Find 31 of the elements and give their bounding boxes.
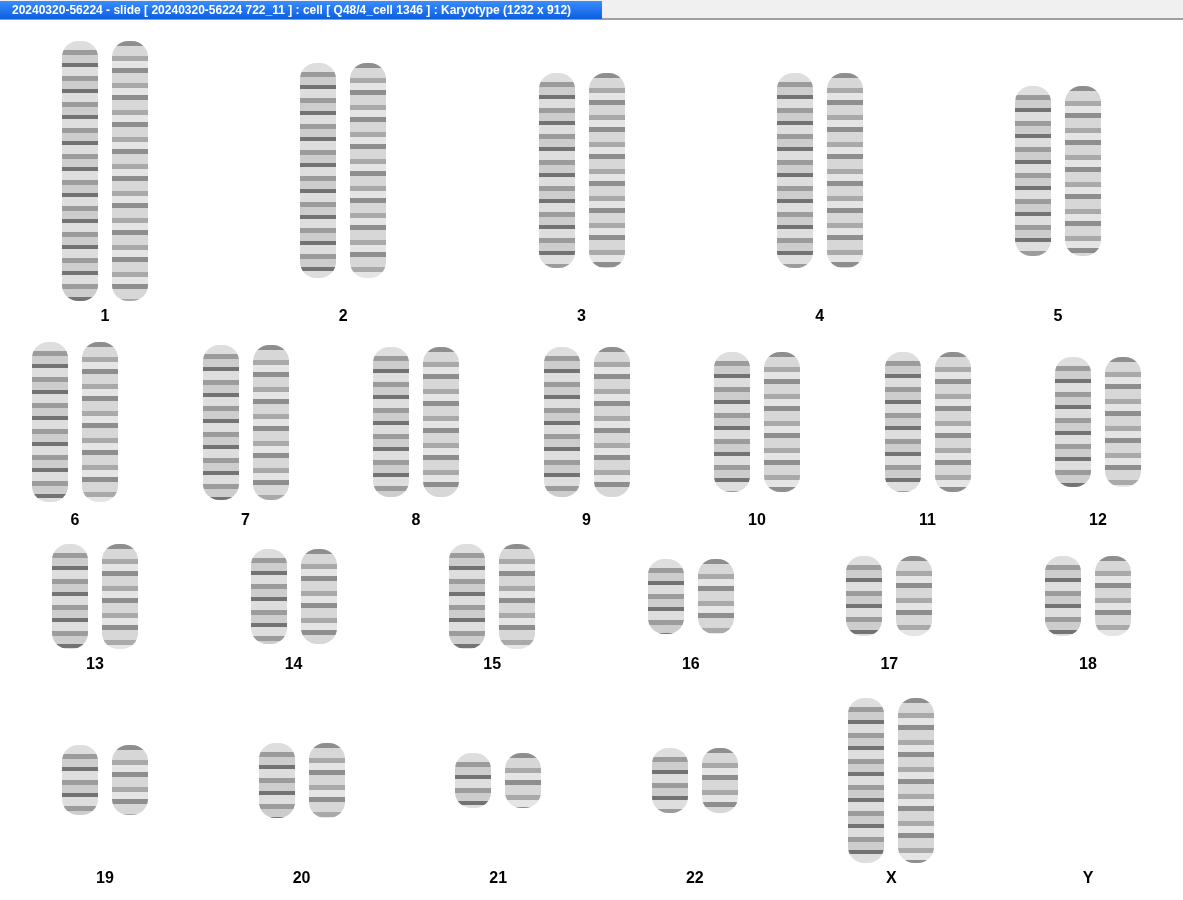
chromosome-drawing <box>112 745 148 815</box>
chromosome-label: 5 <box>1053 307 1063 325</box>
chromosome-label: 19 <box>96 869 114 887</box>
chromosome-label: 18 <box>1079 655 1097 673</box>
chromosome-label: 1 <box>100 307 110 325</box>
chromosome-label: 21 <box>489 869 508 887</box>
chromosome-label: 15 <box>483 655 502 673</box>
window-title: 20240320-56224 - slide [ 20240320-56224 722_11 ] : cell [ Q48/4_cell 1346 ] : Karyotype (1232 x 912) <box>0 1 602 19</box>
chromosome-label: X <box>886 869 897 887</box>
chromosome-drawing <box>651 747 688 813</box>
chromosome-label: 6 <box>70 511 80 529</box>
chromosome-label: 8 <box>411 511 421 529</box>
chromosome-label: 4 <box>815 307 825 325</box>
chromosome-label: 3 <box>577 307 586 325</box>
chromosome-drawing <box>701 747 738 813</box>
chromosome-label: 7 <box>241 511 250 529</box>
chromosome-label: 22 <box>685 869 704 887</box>
chromosome-label: Y <box>1082 869 1094 887</box>
chromosome-label: 14 <box>284 655 303 673</box>
chromosome-drawing <box>455 752 492 808</box>
chromosome-label: 11 <box>919 511 936 529</box>
chromosome-label: 20 <box>292 869 311 887</box>
chromosome-label: 10 <box>748 511 766 529</box>
chromosome-drawing <box>62 745 98 815</box>
chromosome-label: 2 <box>338 307 348 325</box>
chromosome-label: 17 <box>880 655 899 673</box>
chromosome-label: 9 <box>582 511 591 529</box>
chromosome-drawing <box>505 752 542 808</box>
chromosome-label: 12 <box>1089 511 1107 529</box>
chromosome-label: 16 <box>681 655 700 673</box>
chromosome-label: 13 <box>86 655 104 673</box>
